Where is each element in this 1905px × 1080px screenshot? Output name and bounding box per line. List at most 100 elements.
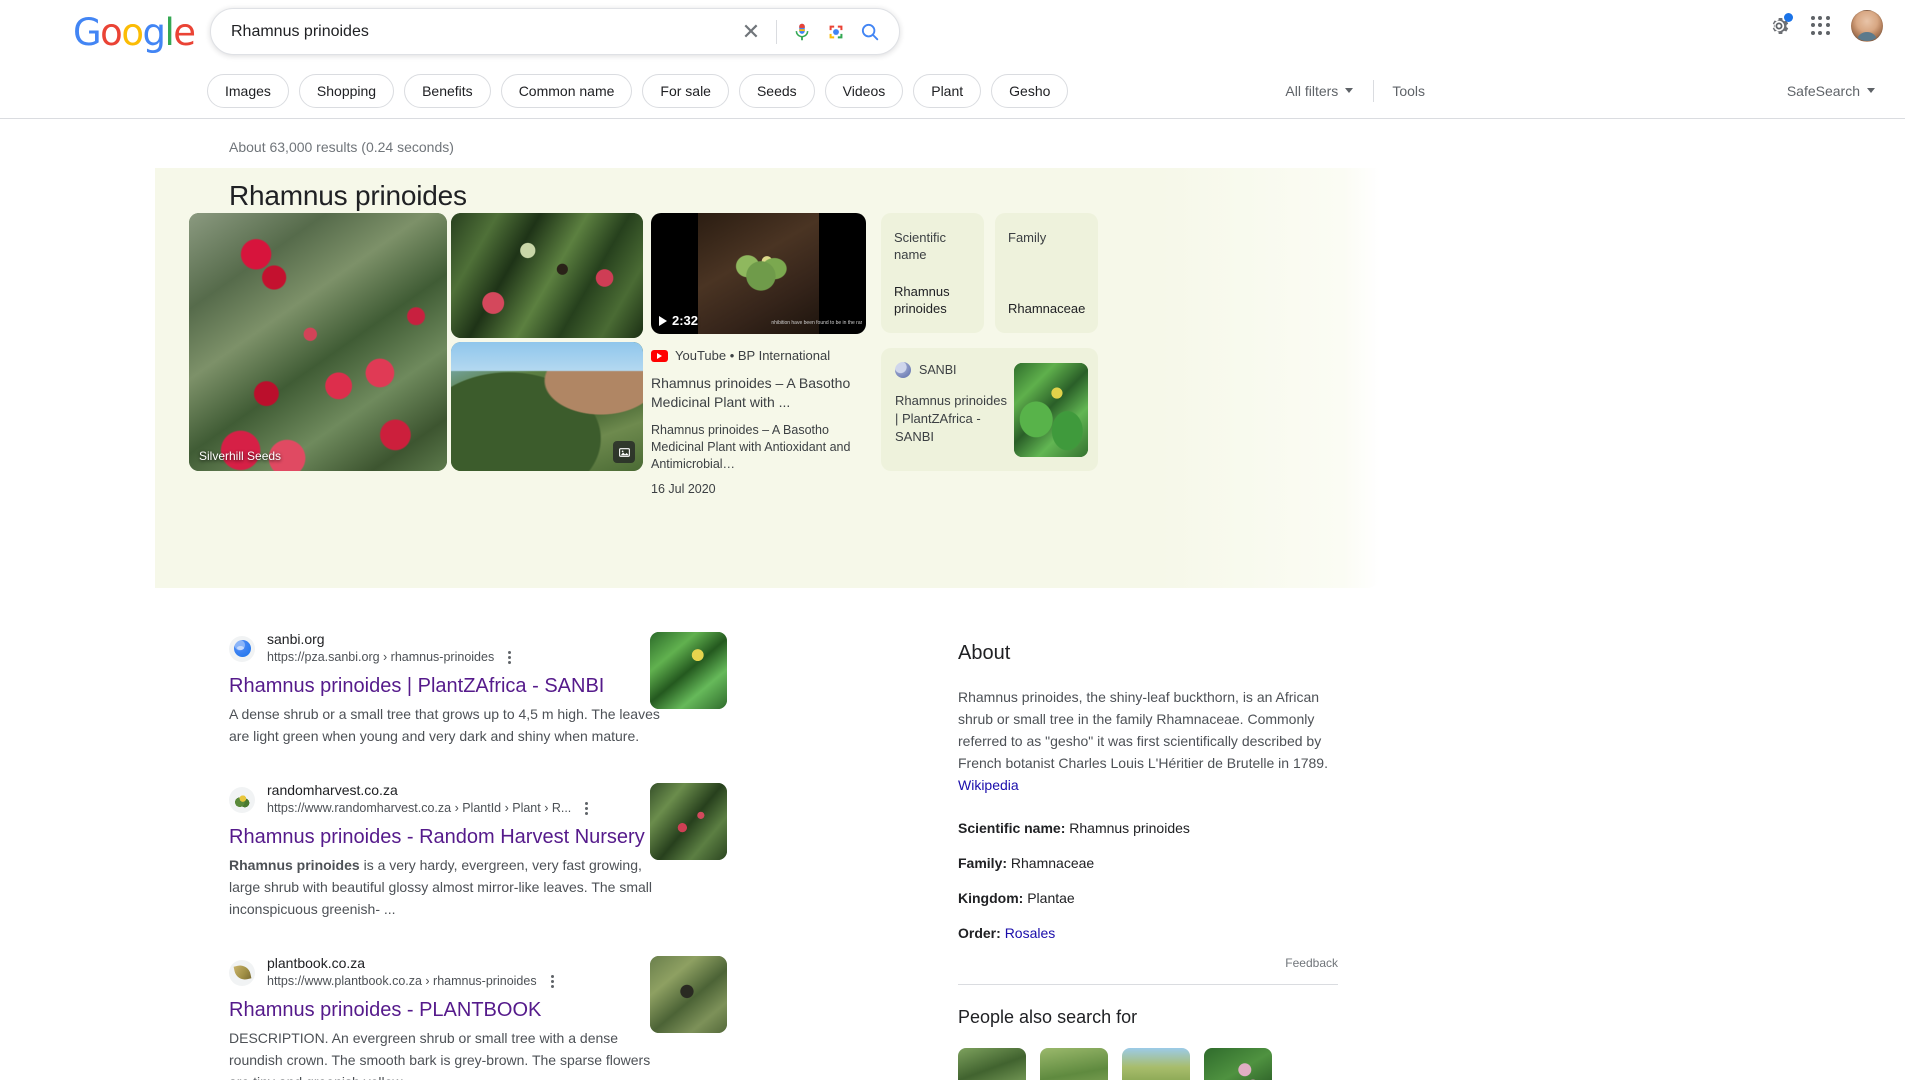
hero-image-main[interactable]: Silverhill Seeds (189, 213, 447, 471)
video-caption-strip: nhibition have been found to be in the r… (771, 320, 862, 326)
wikipedia-link[interactable]: Wikipedia (958, 777, 1019, 793)
chevron-down-icon (1867, 88, 1875, 93)
search-results-list: sanbi.org https://pza.sanbi.org › rhamnu… (229, 630, 909, 1080)
chip-images[interactable]: Images (207, 73, 289, 108)
about-heading: About (958, 642, 1011, 664)
result-url-text: https://www.plantbook.co.za › rhamnus-pr… (267, 974, 537, 988)
result-stats: About 63,000 results (0.24 seconds) (229, 139, 454, 155)
people-also-search-row (958, 1048, 1338, 1080)
chip-for-sale[interactable]: For sale (642, 73, 729, 108)
apps-dot (1818, 30, 1823, 35)
close-icon: ✕ (741, 18, 761, 44)
about-fact-label: Scientific name: (958, 820, 1066, 836)
search-submit-button[interactable] (853, 15, 887, 49)
result-snippet: A dense shrub or a small tree that grows… (229, 703, 666, 747)
plant-berries-photo (189, 213, 447, 471)
search-chips: Images Shopping Benefits Common name For… (207, 73, 1069, 108)
result-thumbnail[interactable] (650, 632, 727, 709)
account-avatar[interactable] (1851, 10, 1883, 42)
apps-dot (1825, 16, 1830, 20)
result-snippet: DESCRIPTION. An evergreen shrub or small… (229, 1027, 666, 1080)
about-fact-label: Order: (958, 925, 1001, 941)
more-options-icon[interactable] (582, 799, 591, 818)
chip-shopping[interactable]: Shopping (298, 73, 395, 108)
about-fact-row: Kingdom: Plantae (958, 886, 1338, 910)
video-source-label: YouTube • BP International (675, 348, 831, 363)
hero-image-bottom-right[interactable] (451, 342, 643, 471)
all-filters-label: All filters (1285, 82, 1339, 99)
about-fact-value: Rhamnaceae (1010, 855, 1095, 871)
youtube-icon (651, 349, 668, 362)
logo-letter-G: G (73, 11, 102, 54)
search-input[interactable] (211, 22, 734, 41)
chip-videos[interactable]: Videos (824, 73, 904, 108)
logo-letter-g: g (142, 11, 166, 54)
fact-card-scientific-name[interactable]: Scientific name Rhamnus prinoides (881, 213, 984, 333)
logo-letter-l: l (164, 11, 174, 54)
randomharvest-favicon-icon (229, 786, 255, 813)
result-site-name: sanbi.org (267, 631, 325, 647)
about-fact-value: Plantae (1027, 890, 1075, 906)
hero-image-top-right[interactable] (451, 213, 643, 338)
apps-dot (1811, 30, 1815, 35)
result-url: https://pza.sanbi.org › rhamnus-prinoide… (267, 648, 514, 667)
safesearch-button[interactable]: SafeSearch (1787, 83, 1875, 99)
search-result-item: sanbi.org https://pza.sanbi.org › rhamnu… (229, 630, 909, 747)
fact-card-family[interactable]: Family Rhamnaceae (995, 213, 1098, 333)
about-fact-value-link[interactable]: Rosales (1005, 925, 1056, 941)
chip-seeds[interactable]: Seeds (738, 73, 815, 108)
panel-divider (958, 984, 1338, 985)
related-search-item[interactable] (1204, 1048, 1272, 1080)
search-result-item: randomharvest.co.za https://www.randomha… (229, 781, 909, 920)
all-filters-button[interactable]: All filters (1273, 83, 1365, 99)
result-thumb-photo (650, 632, 727, 709)
apps-dot (1825, 30, 1830, 35)
sanbi-favicon-icon (895, 362, 911, 378)
apps-dot (1811, 16, 1815, 20)
result-title-link[interactable]: Rhamnus prinoides - Random Harvest Nurse… (229, 824, 909, 850)
result-thumb-photo (650, 956, 727, 1033)
google-apps-button[interactable] (1811, 16, 1831, 36)
result-title-link[interactable]: Rhamnus prinoides - PLANTBOOK (229, 997, 909, 1023)
people-also-search-heading: People also search for (958, 1007, 1138, 1027)
fact-label: Family (1008, 230, 1047, 245)
chip-gesho[interactable]: Gesho (991, 73, 1069, 108)
about-fact-label: Kingdom: (958, 890, 1024, 906)
result-thumbnail[interactable] (650, 783, 727, 860)
knowledge-video-card[interactable]: 2:32 nhibition have been found to be in … (651, 213, 866, 496)
google-logo[interactable]: Google (73, 11, 196, 54)
settings-button[interactable] (1767, 13, 1793, 38)
chip-benefits[interactable]: Benefits (404, 73, 491, 108)
video-title[interactable]: Rhamnus prinoides – A Basotho Medicinal … (651, 374, 866, 412)
sanbi-plant-photo (1014, 363, 1088, 457)
feedback-link[interactable]: Feedback (958, 956, 1338, 970)
play-icon (659, 315, 667, 326)
chip-common-name[interactable]: Common name (500, 73, 633, 108)
related-search-item[interactable] (1122, 1048, 1190, 1080)
about-fact-label: Family: (958, 855, 1008, 871)
source-card-thumbnail (1014, 363, 1088, 457)
related-search-item[interactable] (1040, 1048, 1108, 1080)
more-options-icon[interactable] (548, 972, 557, 991)
lens-search-button[interactable] (819, 15, 853, 49)
source-card-header: SANBI (895, 362, 957, 378)
video-duration: 2:32 (672, 313, 699, 328)
result-thumbnail[interactable] (650, 956, 727, 1033)
clear-search-button[interactable]: ✕ (734, 15, 768, 49)
chip-plant[interactable]: Plant (913, 73, 982, 108)
more-options-icon[interactable] (505, 648, 514, 667)
tools-divider (1373, 79, 1375, 102)
about-fact-row: Scientific name: Rhamnus prinoides (958, 816, 1338, 840)
video-frame-photo (698, 213, 819, 334)
search-bar[interactable]: ✕ (210, 8, 900, 55)
tools-button[interactable]: Tools (1382, 83, 1435, 99)
related-search-item[interactable] (958, 1048, 1026, 1080)
result-title-link[interactable]: Rhamnus prinoides | PlantZAfrica - SANBI (229, 673, 909, 699)
image-stack-icon[interactable] (613, 441, 635, 463)
result-snippet: Rhamnus prinoides is a very hardy, everg… (229, 854, 666, 920)
voice-search-button[interactable] (785, 15, 819, 49)
knowledge-source-card-sanbi[interactable]: SANBI Rhamnus prinoides | PlantZAfrica -… (881, 348, 1098, 471)
video-thumbnail[interactable]: 2:32 nhibition have been found to be in … (651, 213, 866, 334)
fact-value: Rhamnaceae (1008, 301, 1086, 316)
result-header: plantbook.co.za https://www.plantbook.co… (229, 954, 909, 991)
